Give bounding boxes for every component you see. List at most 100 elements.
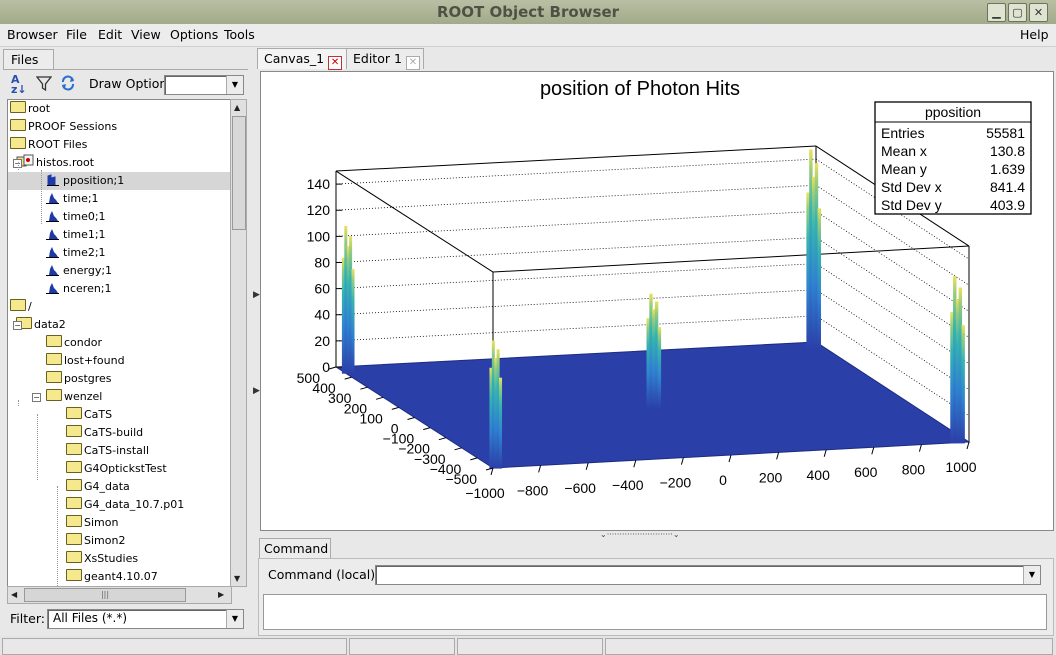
scroll-down-icon[interactable]: ▼	[234, 574, 240, 583]
menu-edit[interactable]: Edit	[98, 27, 122, 42]
tree-horizontal-scrollbar[interactable]: ◀ ||| ▶	[7, 586, 232, 604]
grid-line	[335, 210, 817, 237]
command-input[interactable]: ▼	[375, 565, 1041, 585]
scroll-thumb[interactable]	[232, 116, 246, 230]
z-tick-label: 120	[307, 202, 331, 218]
x-tick-mark	[728, 454, 732, 463]
z-tick-label: 80	[314, 254, 330, 270]
tree-item[interactable]: ROOT Files	[10, 136, 87, 154]
tree-item-label: time;1	[63, 192, 99, 205]
tree-item[interactable]: energy;1	[46, 262, 112, 280]
collapse-toggle-icon[interactable]: −	[13, 321, 22, 330]
menu-view[interactable]: View	[131, 27, 161, 42]
draw-option-select[interactable]: ▼	[164, 75, 244, 95]
y-tick-mark	[454, 447, 462, 451]
folder-icon	[46, 353, 62, 365]
sort-az-icon[interactable]: Az↓	[11, 74, 27, 95]
y-tick-mark	[391, 406, 399, 410]
tree-item[interactable]: wenzel	[46, 388, 102, 406]
stats-value: 130.8	[990, 143, 1025, 159]
tree-item[interactable]: CaTS	[66, 406, 112, 424]
maximize-button[interactable]: ▢	[1008, 3, 1027, 22]
tree-item[interactable]: lost+found	[46, 352, 125, 370]
tree-item[interactable]: Simon2	[66, 532, 125, 550]
tree-item[interactable]: CaTS-build	[66, 424, 143, 442]
refresh-icon[interactable]	[60, 75, 76, 95]
x-tick-mark	[871, 447, 875, 455]
tree-item[interactable]: G4_data_10.7.p01	[66, 496, 184, 514]
grid-line	[815, 237, 970, 338]
tree-item[interactable]: time;1	[46, 190, 99, 208]
tree-item[interactable]: CaTS-install	[66, 442, 149, 460]
close-button[interactable]: ✕	[1029, 3, 1048, 22]
y-tick-label: −500	[445, 471, 477, 487]
tree-item[interactable]: postgres	[46, 370, 112, 388]
command-output[interactable]	[263, 594, 1047, 630]
minimize-button[interactable]: ▁	[987, 3, 1006, 22]
menu-bar: Browser File Edit View Options Tools Hel…	[0, 24, 1056, 47]
tab-files[interactable]: Files	[3, 49, 54, 69]
tree-item[interactable]: geant4.10.07	[66, 568, 158, 586]
status-field-1	[2, 638, 347, 655]
tree-item[interactable]: /	[10, 298, 32, 316]
tree-item[interactable]: time2;1	[46, 244, 106, 262]
tab-label: Editor 1	[353, 51, 402, 66]
collapse-toggle-icon[interactable]: −	[32, 393, 41, 402]
scroll-left-icon[interactable]: ◀	[11, 590, 17, 599]
tree-item[interactable]: PROOF Sessions	[10, 118, 117, 136]
scroll-up-icon[interactable]: ▲	[234, 103, 240, 112]
tree-item[interactable]: histos.root	[16, 154, 94, 172]
scroll-right-icon[interactable]: ▶	[218, 590, 224, 599]
menu-file[interactable]: File	[66, 27, 87, 42]
folder-icon	[66, 407, 82, 419]
x-tick-label: 800	[902, 462, 926, 478]
x-tick-label: 400	[807, 467, 831, 483]
menu-browser[interactable]: Browser	[7, 27, 58, 42]
histogram-peak	[646, 293, 662, 409]
menu-help[interactable]: Help	[1020, 27, 1049, 42]
stats-name: pposition	[925, 104, 981, 120]
tree-connector	[18, 162, 19, 170]
tree-item[interactable]: time1;1	[46, 226, 106, 244]
z-tick-label: 100	[307, 228, 331, 244]
vertical-splitter-handle[interactable]: ⌄··························⌄	[600, 530, 680, 539]
status-bar	[0, 636, 1056, 655]
tree-item[interactable]: G4_data	[66, 478, 130, 496]
filter-icon[interactable]	[35, 75, 53, 95]
z-tick-label: 0	[322, 359, 330, 375]
tab-command[interactable]: Command	[259, 538, 331, 559]
stats-value: 841.4	[990, 179, 1025, 195]
root-canvas[interactable]: position of Photon Hits 0 20 40 60 80 100 120 1…	[260, 71, 1054, 531]
tree-item[interactable]: Simon	[66, 514, 118, 532]
panel-splitter-handle-2[interactable]: ▶	[253, 386, 260, 396]
tree-item[interactable]: time0;1	[46, 208, 106, 226]
window-title: ROOT Object Browser	[436, 3, 620, 21]
close-tab-icon[interactable]: ✕	[328, 56, 343, 70]
tab-canvas-1[interactable]: Canvas_1 ✕	[257, 48, 347, 70]
folder-icon	[66, 461, 82, 473]
panel-splitter-handle[interactable]: ▶	[253, 290, 260, 300]
tree-item[interactable]: G4OptickstTest	[66, 460, 167, 478]
x-tick-label: −800	[517, 482, 549, 498]
stats-box[interactable]: ppositionEntries 55581 Mean x 130.8 Mean y 1.…	[874, 101, 1032, 215]
y-tick-mark	[423, 427, 431, 431]
tree-item[interactable]: nceren;1	[46, 280, 112, 298]
stats-value: 403.9	[990, 197, 1025, 213]
lego-plot: position of Photon Hits 0 20 40 60 80 100 120 1…	[297, 78, 1032, 501]
tree-item[interactable]: data2	[16, 316, 66, 334]
filter-value: All Files (*.*)	[53, 611, 128, 625]
x-tick-mark	[776, 452, 780, 460]
tree-item[interactable]: XsStudies	[66, 550, 138, 568]
peak-bin	[351, 269, 355, 374]
hscroll-thumb[interactable]: |||	[24, 588, 186, 602]
tab-editor-1[interactable]: Editor 1 ✕	[346, 48, 424, 70]
filter-select[interactable]: All Files (*.*) ▼	[47, 609, 244, 629]
x-tick-mark	[538, 465, 542, 473]
file-browser-panel: Files Az↓ Draw Option: ▼ root PROOF Sessi…	[0, 47, 253, 635]
tree-item[interactable]: condor	[46, 334, 102, 352]
plot-title: position of Photon Hits	[540, 78, 740, 100]
menu-options[interactable]: Options	[170, 27, 218, 42]
tree-item[interactable]: root	[10, 100, 50, 118]
tree-vertical-scrollbar[interactable]: ▲ ▼	[230, 99, 247, 587]
menu-tools[interactable]: Tools	[224, 27, 255, 42]
